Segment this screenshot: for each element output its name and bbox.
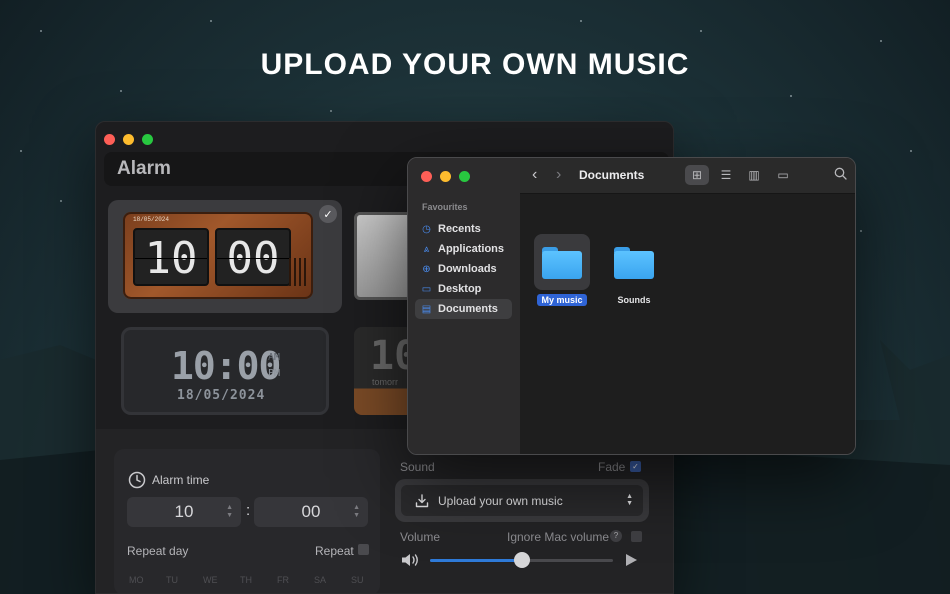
speaker-icon	[402, 554, 418, 566]
grid-view-icon[interactable]: ⊞	[685, 165, 709, 185]
sound-label: Sound	[400, 460, 435, 474]
volume-slider-knob[interactable]	[513, 552, 530, 568]
window-title: Alarm	[117, 158, 171, 179]
folder-icon	[542, 247, 582, 279]
zoom-window-button[interactable]	[142, 134, 153, 145]
hour-stepper[interactable]: 10 ▲ ▼	[127, 497, 241, 527]
download-icon: ⊕	[422, 263, 431, 275]
download-icon	[415, 493, 429, 507]
flip-clock-date: 18/05/2024	[133, 216, 170, 223]
sidebar-item-applications[interactable]: ⩓ Applications	[415, 239, 512, 259]
fade-label: Fade	[598, 460, 626, 474]
chevron-up-down-icon: ▲ ▼	[626, 493, 633, 507]
folder-item-sounds[interactable]: Sounds	[599, 234, 669, 308]
clock-theme-retro[interactable]: 10 tomorr	[354, 327, 414, 415]
folder-item-my-music[interactable]: My music	[527, 234, 597, 308]
time-separator: :	[246, 502, 251, 519]
close-window-button[interactable]	[104, 134, 115, 145]
upload-music-highlight: Upload your own music ▲ ▼	[395, 479, 649, 522]
repeat-checkbox[interactable]	[358, 544, 369, 555]
sidebar-item-label: Downloads	[438, 263, 497, 275]
minute-stepper[interactable]: 00 ▲ ▼	[254, 497, 368, 527]
headline: UPLOAD YOUR OWN MUSIC	[260, 48, 690, 81]
finder-sidebar: Favourites ◷ Recents ⩓ Applications ⊕ Do…	[408, 158, 520, 454]
day-toggle[interactable]: TU	[166, 575, 203, 585]
gallery-view-icon[interactable]: ▭	[771, 165, 795, 185]
clock-theme-analog[interactable]	[354, 212, 414, 300]
folder-tile	[606, 234, 662, 290]
finder-toolbar: ‹ › Documents ⊞ ☰ ▥ ▭	[520, 158, 855, 194]
day-toggle[interactable]: WE	[203, 575, 240, 585]
clock-icon: ◷	[422, 223, 431, 235]
ignore-mac-volume-label: Ignore Mac volume	[507, 530, 610, 544]
volume-slider[interactable]	[430, 552, 613, 568]
flip-hours: 10	[133, 228, 209, 286]
close-window-button[interactable]	[421, 171, 432, 182]
alarm-time-label: Alarm time	[152, 473, 210, 487]
help-icon[interactable]: ?	[610, 530, 622, 542]
checkmark-icon: ✓	[319, 205, 337, 223]
favourites-heading: Favourites	[422, 202, 468, 212]
applications-icon: ⩓	[423, 243, 430, 255]
back-chevron-icon[interactable]: ‹	[532, 166, 537, 184]
digital-am: AM	[268, 352, 281, 363]
upload-music-select[interactable]: Upload your own music ▲ ▼	[401, 485, 643, 516]
volume-label: Volume	[400, 530, 441, 544]
sidebar-item-documents[interactable]: ▤ Documents	[415, 299, 512, 319]
window-controls	[421, 171, 470, 182]
folder-name: Sounds	[617, 295, 651, 305]
stepper-arrows-icon[interactable]: ▲ ▼	[353, 504, 360, 520]
digital-time: 10:00	[171, 344, 281, 388]
stepper-arrows-icon[interactable]: ▲ ▼	[226, 504, 233, 520]
forward-chevron-icon[interactable]: ›	[556, 166, 561, 184]
document-icon: ▤	[421, 303, 432, 315]
window-controls	[104, 134, 153, 145]
day-toggle[interactable]: TH	[240, 575, 277, 585]
weekday-selector: MO TU WE TH FR SA SU	[129, 575, 388, 585]
hour-value: 10	[174, 502, 194, 521]
sidebar-item-label: Recents	[438, 223, 481, 235]
minimize-window-button[interactable]	[440, 171, 451, 182]
folder-icon	[614, 247, 654, 279]
desktop-icon: ▭	[421, 283, 432, 295]
finder-content: My music Sounds	[520, 194, 855, 454]
repeat-label: Repeat	[315, 544, 354, 558]
sidebar-item-downloads[interactable]: ⊕ Downloads	[415, 259, 512, 279]
ignore-mac-volume-checkbox[interactable]	[631, 531, 642, 542]
sidebar-item-label: Desktop	[438, 283, 482, 295]
minute-value: 00	[301, 502, 321, 521]
fade-checkbox[interactable]: ✓	[630, 461, 641, 472]
repeat-day-label: Repeat day	[127, 544, 189, 558]
clock-theme-digital[interactable]: 10:00 AM PM 18/05/2024	[121, 327, 329, 415]
finder-window: Favourites ◷ Recents ⩓ Applications ⊕ Do…	[407, 157, 856, 455]
volume-slider-fill	[430, 559, 522, 562]
speaker-grille	[289, 258, 306, 286]
play-icon[interactable]	[626, 554, 637, 566]
digital-date: 18/05/2024	[177, 388, 266, 403]
flip-clock-preview: 18/05/2024 10 00	[123, 212, 313, 299]
sidebar-item-label: Documents	[438, 303, 498, 315]
day-toggle[interactable]: MO	[129, 575, 166, 585]
retro-clock-sub: tomorr	[372, 377, 399, 387]
minimize-window-button[interactable]	[123, 134, 134, 145]
path-title: Documents	[579, 168, 645, 182]
day-toggle[interactable]: SA	[314, 575, 351, 585]
zoom-window-button[interactable]	[459, 171, 470, 182]
folder-name: My music	[537, 294, 587, 306]
sidebar-item-recents[interactable]: ◷ Recents	[415, 219, 512, 239]
sidebar-item-desktop[interactable]: ▭ Desktop	[415, 279, 512, 299]
list-view-icon[interactable]: ☰	[714, 165, 738, 185]
folder-tile	[534, 234, 590, 290]
alarm-time-card: Alarm time 10 ▲ ▼ : 00 ▲ ▼ Repeat day Repe…	[114, 449, 380, 593]
flip-minutes: 00	[215, 228, 291, 286]
clock-icon	[128, 471, 146, 489]
column-view-icon[interactable]: ▥	[742, 165, 766, 185]
day-toggle[interactable]: FR	[277, 575, 314, 585]
clock-theme-flip-wood[interactable]: 18/05/2024 10 00 ✓	[108, 200, 342, 313]
upload-music-label: Upload your own music	[438, 493, 563, 508]
sidebar-item-label: Applications	[438, 243, 505, 255]
digital-pm: PM	[268, 368, 281, 379]
search-icon[interactable]	[834, 167, 847, 180]
day-toggle[interactable]: SU	[351, 575, 388, 585]
